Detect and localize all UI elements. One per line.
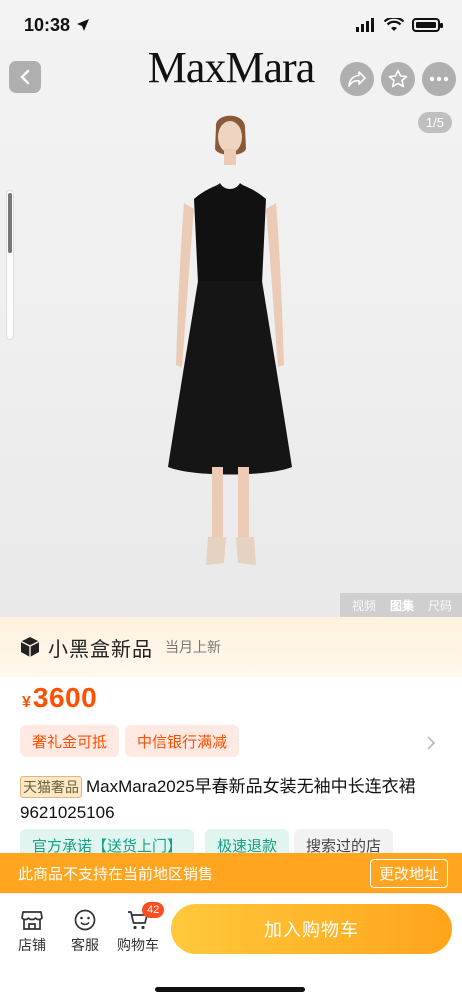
scrollbar-thumb[interactable] bbox=[8, 193, 12, 253]
brand-logo: MaxMara bbox=[147, 43, 316, 92]
price-currency: ¥ bbox=[22, 694, 31, 711]
location-arrow-icon bbox=[77, 19, 90, 31]
box-icon bbox=[20, 637, 40, 657]
tmall-luxury-tag: 天猫奢品 bbox=[20, 776, 82, 798]
promo-title: 小黑盒新品 bbox=[48, 638, 153, 661]
product-photo-model bbox=[168, 115, 292, 565]
promo-subtitle: 当月上新 bbox=[165, 639, 221, 655]
image-counter: 1/5 bbox=[417, 112, 452, 133]
star-icon bbox=[388, 69, 408, 88]
cart-label: 购物车 bbox=[117, 937, 159, 953]
coupon-chip[interactable]: 奢礼金可抵 bbox=[20, 725, 120, 757]
cart-count-badge: 42 bbox=[142, 902, 165, 918]
tab-video[interactable]: 视频 bbox=[352, 597, 376, 614]
cellular-signal-icon bbox=[356, 18, 374, 32]
cart-button[interactable]: 42 购物车 bbox=[116, 902, 165, 955]
home-indicator bbox=[155, 987, 305, 992]
store-button[interactable]: 店铺 bbox=[10, 908, 54, 955]
price: ¥ 3600 bbox=[22, 682, 97, 714]
customer-service-label: 客服 bbox=[71, 937, 99, 953]
favorite-button[interactable] bbox=[381, 62, 415, 96]
battery-icon bbox=[412, 18, 443, 32]
status-time: 10:38 bbox=[24, 14, 71, 35]
image-scrollbar[interactable] bbox=[6, 190, 14, 340]
region-notice-text: 此商品不支持在当前地区销售 bbox=[18, 865, 214, 883]
add-to-cart-button[interactable]: 加入购物车 bbox=[171, 904, 452, 954]
coupon-chip[interactable]: 中信银行满减 bbox=[125, 725, 240, 757]
customer-service-icon bbox=[74, 909, 96, 931]
tab-size[interactable]: 尺码 bbox=[428, 597, 452, 614]
price-amount: 3600 bbox=[32, 682, 98, 713]
media-tab-bar: 视频 图集 尺码 bbox=[339, 593, 462, 617]
more-button[interactable] bbox=[422, 62, 456, 96]
back-button[interactable] bbox=[9, 61, 41, 93]
wifi-icon bbox=[384, 18, 404, 31]
region-notice-bar: 此商品不支持在当前地区销售 更改地址 bbox=[0, 853, 462, 893]
share-icon bbox=[348, 71, 366, 87]
chevron-right-icon[interactable] bbox=[426, 735, 436, 751]
bottom-action-bar: 店铺 客服 42 购物车 加入购物车 bbox=[0, 893, 462, 1000]
back-icon bbox=[20, 69, 30, 85]
share-button[interactable] bbox=[340, 62, 374, 96]
store-icon bbox=[21, 911, 43, 930]
promo-banner[interactable]: 小黑盒新品 当月上新 bbox=[0, 617, 462, 677]
change-address-button[interactable]: 更改地址 bbox=[369, 858, 448, 888]
product-image-gallery[interactable]: 10:38 MaxMara 1/5 视频 图集 尺码 bbox=[0, 0, 462, 617]
tab-gallery[interactable]: 图集 bbox=[390, 597, 414, 614]
customer-service-button[interactable]: 客服 bbox=[63, 908, 107, 955]
product-title: 天猫奢品 MaxMara2025早春新品女装无袖中长连衣裙9621025106 bbox=[20, 774, 445, 826]
more-icon bbox=[429, 76, 449, 82]
store-label: 店铺 bbox=[18, 937, 46, 953]
